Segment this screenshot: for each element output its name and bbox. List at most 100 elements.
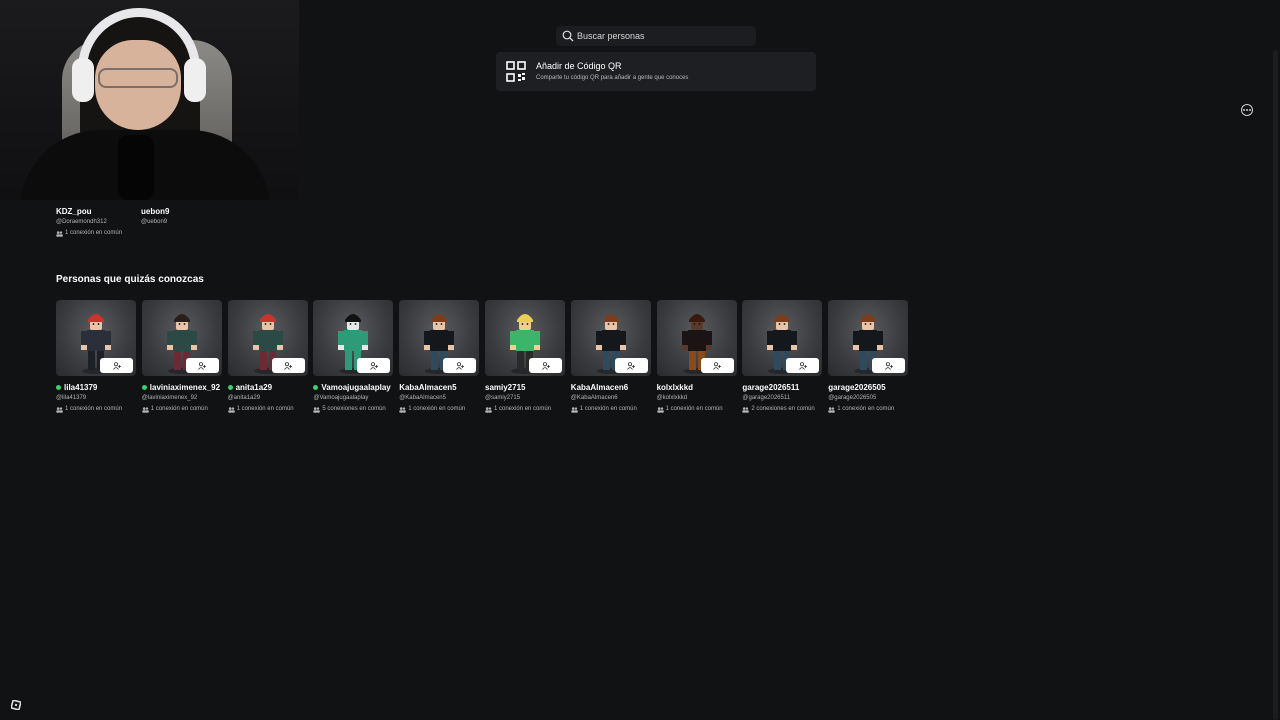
- people-icon: [571, 406, 578, 413]
- online-status-dot: [227, 385, 233, 390]
- suggestion-handle: @garage2026511: [742, 395, 791, 401]
- scrollbar[interactable]: [1273, 50, 1278, 720]
- suggestion-name-text: lila41379: [64, 383, 98, 392]
- suggestion-card[interactable]: laviniaximenex_92 @laviniaximenex_92 1 c…: [141, 300, 222, 415]
- avatar-thumbnail[interactable]: [227, 300, 308, 376]
- avatar-thumbnail[interactable]: [485, 300, 565, 376]
- connection-item[interactable]: KDZ_pou @Doraemondh312 1 conexión en com…: [56, 206, 122, 239]
- suggestion-name: Vamoajugaalaplay: [313, 382, 393, 393]
- add-friend-button[interactable]: [786, 358, 820, 373]
- add-friend-button[interactable]: [614, 358, 648, 373]
- avatar-thumbnail[interactable]: [828, 300, 909, 376]
- people-icon: [656, 406, 664, 413]
- avatar-thumbnail[interactable]: [399, 300, 480, 376]
- suggestion-name-text: garage2026505: [828, 383, 886, 392]
- suggestion-mutual-text: 2 conexiones en común: [751, 406, 815, 412]
- suggestion-name-text: Vamoajugaalaplay: [321, 383, 391, 392]
- suggestion-card[interactable]: kolxlxkkd @kolxlxkkd 1 conexión en común: [656, 300, 737, 415]
- suggestion-name-text: garage2026511: [742, 383, 800, 392]
- suggestion-mutual: 1 conexión en común: [142, 404, 222, 415]
- people-icon: [142, 406, 149, 413]
- add-friend-button[interactable]: [529, 358, 562, 373]
- people-icon: [56, 230, 63, 237]
- avatar-thumbnail[interactable]: [313, 300, 394, 376]
- suggestion-card[interactable]: Vamoajugaalaplay @Vamoajugaalaplay 5 con…: [313, 300, 394, 415]
- suggestion-handle: @samiy2715: [485, 395, 521, 401]
- avatar-thumbnail[interactable]: [742, 300, 823, 376]
- add-friend-icon: [198, 361, 207, 370]
- add-friend-button[interactable]: [271, 358, 305, 373]
- suggestion-card[interactable]: KabaAlmacen5 @KabaAlmacen5 1 conexión en…: [399, 300, 480, 415]
- suggestion-handle: @Vamoajugaalaplay: [313, 395, 369, 401]
- avatar-thumbnail[interactable]: [570, 300, 651, 376]
- add-friend-icon: [627, 361, 636, 370]
- connection-handle: @Doraemondh312: [56, 219, 107, 225]
- suggestion-handle: @kolxlxkkd: [656, 395, 688, 401]
- suggestion-handle: @lila41379: [56, 395, 87, 401]
- online-status-dot: [313, 385, 319, 390]
- qr-subtitle: Comparte tu código QR para añadir a gent…: [536, 75, 689, 81]
- suggestion-name: garage2026505: [828, 382, 908, 393]
- connection-item[interactable]: uebon9 @uebon9: [141, 206, 169, 228]
- suggestion-card[interactable]: anita1a29 @anita1a29 1 conexión en común: [227, 300, 308, 415]
- connection-mutual: 1 conexión en común: [56, 228, 122, 239]
- suggestion-card[interactable]: garage2026511 @garage2026511 2 conexione…: [742, 300, 823, 415]
- suggestion-mutual: 1 conexión en común: [656, 404, 737, 415]
- suggestion-card[interactable]: lila41379 @lila41379 1 conexión en común: [56, 300, 136, 415]
- avatar-thumbnail[interactable]: [141, 300, 222, 376]
- people-icon: [742, 406, 750, 413]
- search-placeholder: Buscar personas: [577, 31, 645, 41]
- suggestion-name-text: samiy2715: [485, 383, 526, 392]
- suggestion-handle: @KabaAlmacen6: [570, 395, 618, 401]
- suggestion-name: garage2026511: [742, 382, 822, 393]
- suggestion-card[interactable]: garage2026505 @garage2026505 1 conexión …: [828, 300, 909, 415]
- suggestion-mutual: 1 conexión en común: [56, 404, 136, 415]
- connection-mutual-text: 1 conexión en común: [65, 230, 123, 236]
- suggestion-mutual: 2 conexiones en común: [742, 404, 822, 415]
- connection-name: KDZ_pou: [56, 207, 92, 216]
- friends-page: Buscar personas Añadir de Código QR Comp…: [0, 0, 1280, 720]
- suggestion-name-text: anita1a29: [235, 383, 273, 392]
- add-friend-icon: [541, 361, 550, 370]
- suggestion-card[interactable]: samiy2715 @samiy2715 1 conexión en común: [485, 300, 565, 415]
- suggestion-name: KabaAlmacen5: [399, 382, 479, 393]
- webcam-headphone-cup-left: [72, 58, 94, 102]
- avatar-thumbnail[interactable]: [656, 300, 737, 376]
- add-friend-button[interactable]: [700, 358, 734, 373]
- dot-icon: [1246, 109, 1248, 111]
- suggestion-name: laviniaximenex_92: [141, 382, 222, 393]
- add-friend-icon: [799, 361, 807, 370]
- suggestion-mutual-text: 1 conexión en común: [408, 406, 466, 412]
- online-status-dot: [141, 385, 147, 390]
- suggestion-mutual-text: 1 conexión en común: [837, 406, 895, 412]
- add-friend-button[interactable]: [357, 358, 391, 373]
- suggestion-handle: @garage2026505: [828, 395, 877, 401]
- add-friend-icon: [455, 361, 464, 370]
- suggestion-handle: @laviniaximenex_92: [141, 395, 198, 401]
- section-title: Personas que quizás conozcas: [56, 274, 204, 285]
- qr-title: Añadir de Código QR: [536, 61, 622, 71]
- add-friend-button[interactable]: [872, 358, 906, 373]
- suggestion-mutual: 5 conexiones en común: [313, 404, 393, 415]
- more-options-button[interactable]: [1241, 104, 1253, 116]
- suggestion-name: lila41379: [56, 382, 136, 393]
- webcam-overlay: [0, 0, 299, 200]
- suggestion-name-text: kolxlxkkd: [656, 383, 694, 392]
- add-friend-button[interactable]: [443, 358, 477, 373]
- dot-icon: [1243, 109, 1245, 111]
- qr-text: Añadir de Código QR Comparte tu código Q…: [536, 60, 688, 83]
- add-friend-button[interactable]: [185, 358, 219, 373]
- add-friend-button[interactable]: [100, 358, 133, 373]
- dot-icon: [1249, 109, 1251, 111]
- add-qr-code-button[interactable]: Añadir de Código QR Comparte tu código Q…: [496, 52, 816, 91]
- search-input[interactable]: Buscar personas: [556, 26, 756, 46]
- people-icon: [227, 406, 235, 413]
- suggestion-handle: @anita1a29: [227, 395, 261, 401]
- add-friend-icon: [284, 361, 293, 370]
- people-icon: [485, 406, 492, 413]
- people-icon: [56, 406, 63, 413]
- suggestion-card[interactable]: KabaAlmacen6 @KabaAlmacen6 1 conexión en…: [570, 300, 651, 415]
- avatar-thumbnail[interactable]: [56, 300, 136, 376]
- roblox-logo-icon[interactable]: [11, 700, 21, 710]
- connection-name: uebon9: [141, 207, 170, 216]
